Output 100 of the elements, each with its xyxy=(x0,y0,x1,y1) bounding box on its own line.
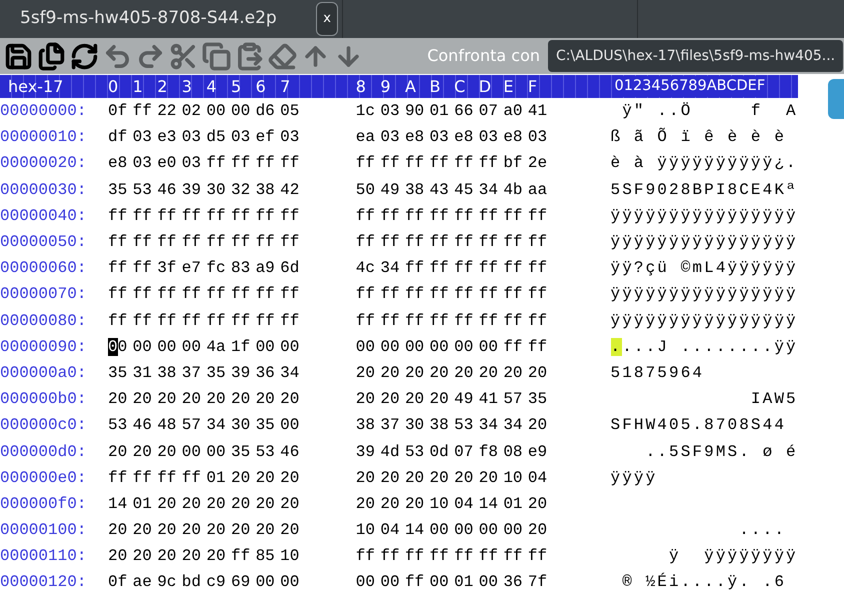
byte-cell[interactable]: 03 xyxy=(132,125,158,150)
byte-cell[interactable]: ff xyxy=(182,282,206,306)
byte-cell[interactable]: 10 xyxy=(356,518,380,542)
byte-cell[interactable]: 66 xyxy=(454,99,479,124)
byte-cell[interactable]: 4a xyxy=(206,334,231,359)
byte-cell[interactable]: ff xyxy=(280,282,305,306)
byte-cell[interactable]: 1c xyxy=(356,99,380,124)
byte-cell[interactable]: ff xyxy=(132,282,158,306)
byte-cell[interactable]: 4c xyxy=(356,256,380,280)
byte-cell[interactable]: 20 xyxy=(108,544,133,568)
close-button[interactable]: x xyxy=(316,2,338,36)
byte-cell[interactable]: 2e xyxy=(528,151,552,176)
byte-cell[interactable]: 69 xyxy=(230,570,256,594)
byte-cell[interactable]: 48 xyxy=(157,413,182,438)
byte-cell[interactable]: 85 xyxy=(256,544,280,568)
byte-cell[interactable]: 46 xyxy=(132,413,158,438)
byte-cell[interactable]: ff xyxy=(454,282,479,306)
byte-cell[interactable]: 00 xyxy=(356,334,380,359)
byte-cell[interactable]: 41 xyxy=(478,387,504,412)
byte-cell[interactable]: ef xyxy=(256,125,280,150)
byte-cell[interactable]: 03 xyxy=(528,125,552,150)
byte-cell[interactable]: 36 xyxy=(256,360,280,385)
byte-cell[interactable]: bf xyxy=(503,151,528,176)
byte-cell[interactable]: 01 xyxy=(206,466,231,490)
byte-cell[interactable]: 43 xyxy=(430,178,454,202)
byte-cell[interactable]: 00 xyxy=(454,334,479,359)
byte-cell[interactable]: 20 xyxy=(430,387,454,412)
byte-cell[interactable]: e8 xyxy=(404,125,430,150)
byte-cell[interactable]: 20 xyxy=(206,518,231,542)
byte-cell[interactable]: f8 xyxy=(478,440,504,464)
byte-cell[interactable]: e9 xyxy=(528,440,552,464)
byte-cell[interactable]: ff xyxy=(157,282,182,306)
byte-cell[interactable]: 20 xyxy=(182,544,206,568)
byte-cell[interactable]: ff xyxy=(108,466,133,490)
byte-cell[interactable]: ea xyxy=(356,125,380,150)
byte-cell[interactable]: 20 xyxy=(280,387,305,412)
byte-cell[interactable]: 38 xyxy=(157,360,182,385)
byte-cell[interactable]: 30 xyxy=(404,413,430,438)
byte-cell[interactable]: df xyxy=(108,125,133,150)
byte-cell[interactable]: 14 xyxy=(108,492,133,516)
byte-cell[interactable]: 20 xyxy=(230,466,256,490)
byte-cell[interactable]: c9 xyxy=(206,570,231,594)
byte-cell[interactable]: e3 xyxy=(157,125,182,150)
byte-cell[interactable]: ff xyxy=(503,308,528,333)
byte-cell[interactable]: 6d xyxy=(280,256,305,280)
byte-cell[interactable]: ff xyxy=(132,466,158,490)
byte-cell[interactable]: 34 xyxy=(478,413,504,438)
byte-cell[interactable]: 03 xyxy=(182,125,206,150)
byte-cell[interactable]: 03 xyxy=(380,99,405,124)
byte-cell[interactable]: 35 xyxy=(230,440,256,464)
byte-cell[interactable]: ff xyxy=(230,282,256,306)
byte-cell[interactable]: 20 xyxy=(132,518,158,542)
byte-cell[interactable]: 00 xyxy=(206,99,231,124)
byte-cell[interactable]: ff xyxy=(182,466,206,490)
byte-cell[interactable]: 20 xyxy=(206,387,231,412)
byte-cell[interactable]: ff xyxy=(503,282,528,306)
byte-cell[interactable]: ff xyxy=(108,204,133,228)
byte-cell[interactable]: ff xyxy=(356,308,380,333)
byte-cell[interactable]: 03 xyxy=(380,125,405,150)
byte-cell[interactable]: 20 xyxy=(230,518,256,542)
byte-cell[interactable]: ff xyxy=(206,282,231,306)
byte-cell[interactable]: 00 xyxy=(280,570,305,594)
byte-cell[interactable]: 00 xyxy=(404,334,430,359)
byte-cell[interactable]: ff xyxy=(256,151,280,176)
byte-cell[interactable]: 34 xyxy=(280,360,305,385)
byte-cell[interactable]: e7 xyxy=(182,256,206,280)
byte-cell[interactable]: ae xyxy=(132,570,158,594)
byte-cell[interactable]: 00 xyxy=(108,334,133,359)
byte-cell[interactable]: 20 xyxy=(108,440,133,464)
byte-cell[interactable]: 9c xyxy=(157,570,182,594)
byte-cell[interactable]: 4d xyxy=(380,440,405,464)
byte-cell[interactable]: 20 xyxy=(157,440,182,464)
byte-cell[interactable]: 03 xyxy=(182,151,206,176)
byte-cell[interactable]: 20 xyxy=(280,518,305,542)
byte-cell[interactable]: ff xyxy=(528,256,552,280)
byte-cell[interactable]: 00 xyxy=(478,334,504,359)
byte-cell[interactable]: 20 xyxy=(404,360,430,385)
byte-cell[interactable]: ff xyxy=(478,544,504,568)
byte-cell[interactable]: 20 xyxy=(280,466,305,490)
byte-cell[interactable]: 20 xyxy=(256,518,280,542)
byte-cell[interactable]: 20 xyxy=(404,492,430,516)
byte-cell[interactable]: 35 xyxy=(256,413,280,438)
byte-cell[interactable]: 34 xyxy=(206,413,231,438)
byte-cell[interactable]: ff xyxy=(404,256,430,280)
byte-cell[interactable]: ff xyxy=(454,308,479,333)
byte-cell[interactable]: ff xyxy=(528,204,552,228)
byte-cell[interactable]: ff xyxy=(478,230,504,254)
byte-cell[interactable]: a9 xyxy=(256,256,280,280)
byte-cell[interactable]: 20 xyxy=(256,387,280,412)
byte-cell[interactable]: 53 xyxy=(108,413,133,438)
byte-cell[interactable]: ff xyxy=(430,230,454,254)
byte-cell[interactable]: ff xyxy=(380,282,405,306)
byte-cell[interactable]: 03 xyxy=(132,151,158,176)
byte-cell[interactable]: ff xyxy=(157,230,182,254)
byte-cell[interactable]: 07 xyxy=(454,440,479,464)
byte-cell[interactable]: ff xyxy=(404,544,430,568)
byte-cell[interactable]: 00 xyxy=(206,440,231,464)
byte-cell[interactable]: ff xyxy=(230,151,256,176)
byte-cell[interactable]: ff xyxy=(454,204,479,228)
byte-cell[interactable]: 3f xyxy=(157,256,182,280)
